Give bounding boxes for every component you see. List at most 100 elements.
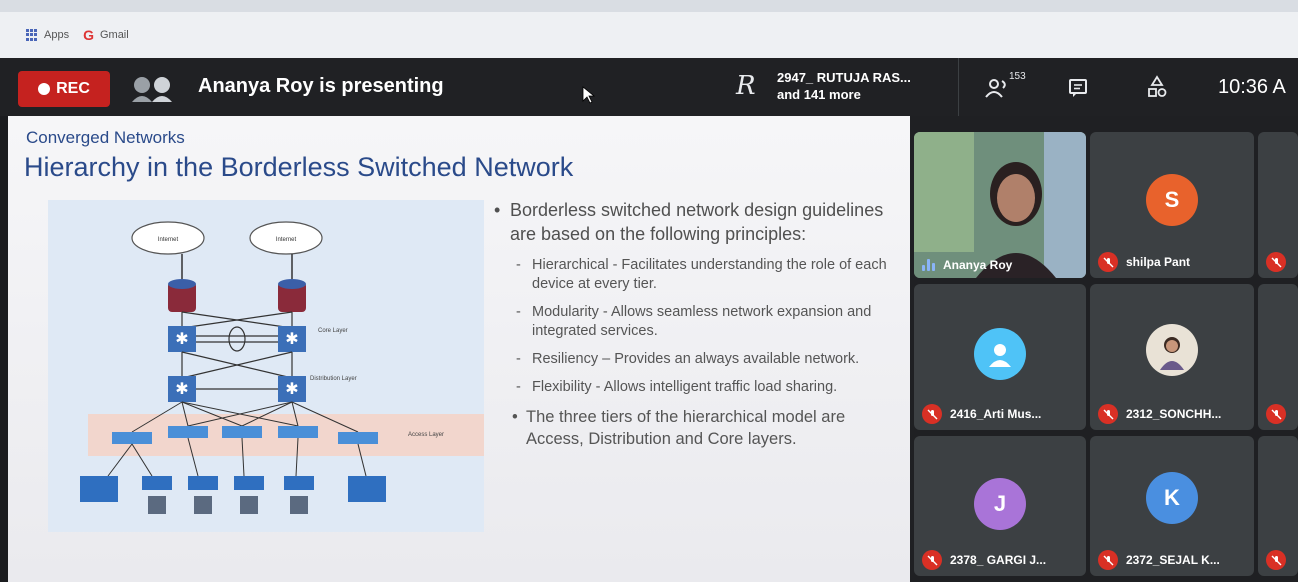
recording-button[interactable]: REC bbox=[18, 71, 110, 107]
meeting-top-bar: REC Ananya Roy is presenting R 2947_ RUT… bbox=[0, 58, 1298, 116]
record-dot-icon bbox=[38, 83, 51, 95]
participant-video-feed bbox=[914, 132, 1086, 278]
avatar-initial: J bbox=[993, 491, 1007, 516]
access-switch-1 bbox=[112, 432, 152, 444]
participant-name-text: 2378_ GARGI J... bbox=[950, 553, 1047, 567]
participant-tile-sejal[interactable]: K 2372_SEJAL K... bbox=[1090, 436, 1254, 576]
bookmark-apps-label: Apps bbox=[44, 29, 70, 41]
router-right bbox=[278, 279, 306, 312]
access-switch-5 bbox=[338, 432, 378, 444]
google-g-icon: G bbox=[83, 27, 94, 43]
meeting-clock: 10:36 A bbox=[1218, 76, 1286, 98]
participant-grid: Ananya Roy S shilpa Pant 2416_Arti Mus..… bbox=[910, 116, 1298, 582]
activities-icon[interactable] bbox=[1146, 75, 1168, 99]
participant-tile-arti[interactable]: 2416_Arti Mus... bbox=[914, 284, 1086, 430]
participant-name-text: Ananya Roy bbox=[943, 258, 1013, 272]
internet-cloud-left: Internet bbox=[131, 221, 205, 255]
svg-text:✱: ✱ bbox=[285, 379, 298, 398]
viewers-line-2: and 141 more bbox=[777, 87, 861, 102]
core-switch-left: ✱ bbox=[168, 326, 196, 352]
viewers-summary[interactable]: 2947_ RUTUJA RAS... and 141 more bbox=[777, 69, 911, 103]
network-hierarchy-diagram: Internet Internet ✱ ✱ Core Layer ✱ ✱ Dis… bbox=[48, 200, 484, 532]
internet-cloud-right: Internet bbox=[249, 221, 323, 255]
toolbar-divider bbox=[958, 58, 959, 116]
mic-off-icon bbox=[1098, 550, 1118, 570]
endpoint-tablet-left bbox=[80, 476, 118, 502]
participant-name: 2378_ GARGI J... bbox=[922, 550, 1046, 570]
avatar: S bbox=[1146, 174, 1198, 226]
access-switch-4 bbox=[278, 426, 318, 438]
svg-text:✱: ✱ bbox=[175, 329, 188, 348]
mic-off-icon bbox=[1098, 404, 1118, 424]
participant-tile-gargi[interactable]: J 2378_ GARGI J... bbox=[914, 436, 1086, 576]
participant-tile-sonchh[interactable]: 2312_SONCHH... bbox=[1090, 284, 1254, 430]
router-left bbox=[168, 279, 196, 312]
slide-title: Hierarchy in the Borderless Switched Net… bbox=[24, 152, 574, 182]
presenter-avatar-icon bbox=[132, 77, 172, 102]
default-avatar-icon bbox=[974, 328, 1026, 380]
participant-name-text: 2312_SONCHH... bbox=[1126, 407, 1222, 421]
avatar: J bbox=[974, 478, 1026, 530]
bookmark-gmail-label: Gmail bbox=[99, 29, 129, 41]
browser-tab-strip bbox=[0, 0, 1298, 12]
participant-tile-partial-3[interactable] bbox=[1258, 436, 1298, 576]
mouse-cursor-icon bbox=[582, 86, 596, 104]
participant-name: 2312_SONCHH... bbox=[1098, 404, 1221, 424]
bullet-three-tiers: The three tiers of the hierarchical mode… bbox=[492, 406, 892, 450]
bookmarks-bar: Apps G Gmail bbox=[0, 12, 1298, 58]
participant-name bbox=[1266, 550, 1286, 570]
core-layer-label: Core Layer bbox=[318, 328, 348, 334]
mic-off-icon bbox=[1266, 252, 1286, 272]
access-layer-label: Access Layer bbox=[408, 432, 444, 438]
avatar-initial: S bbox=[1164, 187, 1180, 212]
cloud-right-label: Internet bbox=[276, 237, 297, 243]
access-switch-3 bbox=[222, 426, 262, 438]
bullet-main: Borderless switched network design guide… bbox=[492, 198, 892, 246]
participant-tile-partial-2[interactable] bbox=[1258, 284, 1298, 430]
participant-name: Ananya Roy bbox=[922, 258, 1012, 272]
avatar bbox=[1146, 324, 1198, 376]
chat-icon[interactable] bbox=[1068, 78, 1088, 98]
participant-name-text: shilpa Pant bbox=[1126, 255, 1191, 269]
distribution-switch-right: ✱ bbox=[278, 376, 306, 402]
distribution-switch-left: ✱ bbox=[168, 376, 196, 402]
slide-kicker: Converged Networks bbox=[26, 128, 185, 147]
mic-off-icon bbox=[922, 550, 942, 570]
apps-grid-icon bbox=[26, 29, 38, 41]
bookmark-gmail[interactable]: G Gmail bbox=[83, 27, 129, 43]
svg-text:✱: ✱ bbox=[175, 379, 188, 398]
avatar-initial: K bbox=[1164, 485, 1180, 510]
core-switch-right: ✱ bbox=[278, 326, 306, 352]
slide-bullets: Borderless switched network design guide… bbox=[492, 198, 892, 450]
access-switch-2 bbox=[168, 426, 208, 438]
speaking-indicator-icon bbox=[922, 259, 935, 271]
presenting-status: Ananya Roy is presenting bbox=[198, 75, 444, 97]
avatar: K bbox=[1146, 472, 1198, 524]
sub-bullet-modularity: Modularity - Allows seamless network exp… bbox=[492, 303, 892, 341]
participant-name: shilpa Pant bbox=[1098, 252, 1190, 272]
bookmark-apps[interactable]: Apps bbox=[26, 29, 69, 41]
viewers-line-1: 2947_ RUTUJA RAS... bbox=[777, 70, 911, 85]
participant-name-text: 2372_SEJAL K... bbox=[1126, 553, 1220, 567]
mic-off-icon bbox=[1098, 252, 1118, 272]
participant-name bbox=[1266, 252, 1286, 272]
distribution-layer-label: Distribution Layer bbox=[310, 376, 357, 382]
participant-name bbox=[1266, 404, 1286, 424]
participant-count: 153 bbox=[1009, 71, 1026, 82]
participant-tile-shilpa[interactable]: S shilpa Pant bbox=[1090, 132, 1254, 278]
participant-name: 2416_Arti Mus... bbox=[922, 404, 1041, 424]
presentation-slide: Converged Networks Hierarchy in the Bord… bbox=[8, 116, 910, 582]
participant-name: 2372_SEJAL K... bbox=[1098, 550, 1220, 570]
people-icon[interactable] bbox=[985, 78, 1011, 98]
svg-text:✱: ✱ bbox=[285, 329, 298, 348]
sub-bullet-hierarchical: Hierarchical - Facilitates understanding… bbox=[492, 256, 892, 294]
participant-name-text: 2416_Arti Mus... bbox=[950, 407, 1042, 421]
sub-bullet-flexibility: Flexibility - Allows intelligent traffic… bbox=[492, 378, 892, 397]
endpoint-tablet-right bbox=[348, 476, 386, 502]
participant-tile-partial-1[interactable] bbox=[1258, 132, 1298, 278]
participant-tile-ananya[interactable]: Ananya Roy bbox=[914, 132, 1086, 278]
mic-off-icon bbox=[922, 404, 942, 424]
presenter-logo-icon: R bbox=[736, 71, 756, 101]
mic-off-icon bbox=[1266, 550, 1286, 570]
cloud-left-label: Internet bbox=[158, 237, 179, 243]
